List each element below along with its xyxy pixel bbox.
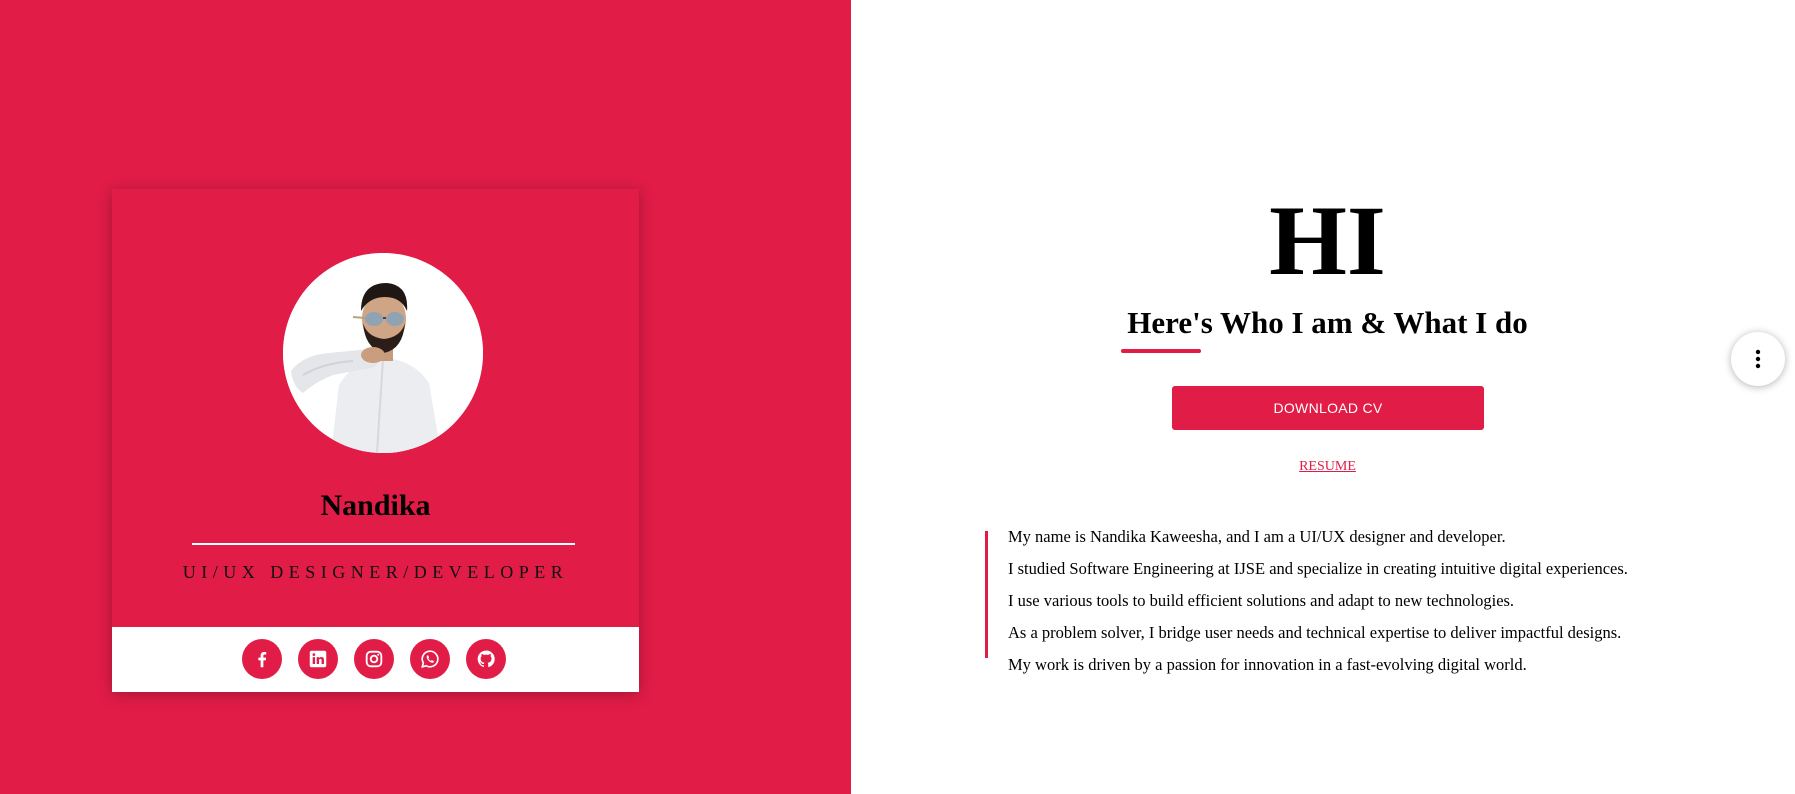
download-cv-button[interactable]: DOWNLOAD CV bbox=[1172, 386, 1484, 430]
whatsapp-link[interactable] bbox=[410, 639, 450, 679]
about-text: My name is Nandika Kaweesha, and I am a … bbox=[1008, 525, 1708, 685]
about-line: My name is Nandika Kaweesha, and I am a … bbox=[1008, 527, 1506, 546]
social-bar bbox=[112, 627, 639, 692]
more-vertical-icon bbox=[1755, 349, 1761, 369]
profile-card: Nandika UI/UX DESIGNER/DEVELOPER bbox=[112, 189, 639, 692]
avatar bbox=[283, 253, 483, 453]
about-accent-bar bbox=[985, 531, 988, 658]
profile-name: Nandika bbox=[320, 489, 431, 522]
profile-photo bbox=[283, 253, 483, 453]
whatsapp-icon bbox=[421, 650, 439, 668]
about-line: My work is driven by a passion for innov… bbox=[1008, 655, 1527, 674]
about-line: I studied Software Engineering at IJSE a… bbox=[1008, 559, 1628, 578]
resume-link[interactable]: RESUME bbox=[1120, 459, 1535, 475]
about-line: As a problem solver, I bridge user needs… bbox=[1008, 623, 1622, 642]
github-link[interactable] bbox=[466, 639, 506, 679]
about-line: I use various tools to build efficient s… bbox=[1008, 591, 1515, 610]
greeting-heading: HI bbox=[1269, 185, 1386, 296]
facebook-link[interactable] bbox=[242, 639, 282, 679]
instagram-link[interactable] bbox=[354, 639, 394, 679]
github-icon bbox=[477, 650, 495, 668]
subtitle-underline bbox=[1121, 349, 1201, 353]
intro-subtitle: Here's Who I am & What I do bbox=[1127, 305, 1528, 340]
linkedin-link[interactable] bbox=[298, 639, 338, 679]
left-panel: Nandika UI/UX DESIGNER/DEVELOPER bbox=[0, 0, 851, 794]
profile-role: UI/UX DESIGNER/DEVELOPER bbox=[182, 562, 569, 582]
instagram-icon bbox=[365, 650, 383, 668]
facebook-icon bbox=[258, 651, 267, 668]
menu-button[interactable] bbox=[1731, 332, 1785, 386]
linkedin-icon bbox=[309, 650, 327, 668]
name-divider bbox=[192, 543, 575, 545]
